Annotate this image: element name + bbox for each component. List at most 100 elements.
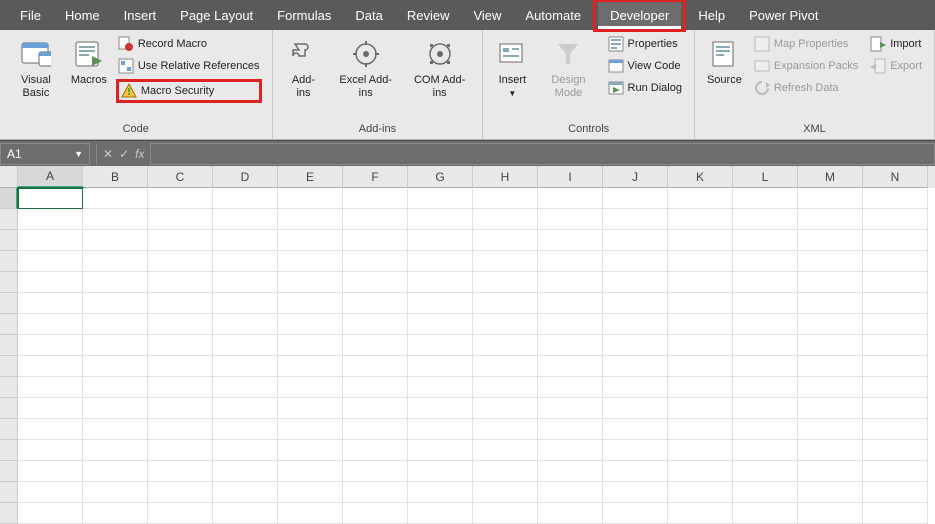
column-header[interactable]: H xyxy=(473,166,538,188)
cell[interactable] xyxy=(733,188,798,209)
cell[interactable] xyxy=(278,356,343,377)
cell[interactable] xyxy=(18,419,83,440)
cell[interactable] xyxy=(213,356,278,377)
cell[interactable] xyxy=(18,482,83,503)
tab-data[interactable]: Data xyxy=(343,2,394,29)
cell[interactable] xyxy=(408,209,473,230)
cell[interactable] xyxy=(343,230,408,251)
cell[interactable] xyxy=(278,335,343,356)
cell[interactable] xyxy=(213,188,278,209)
insert-button[interactable]: Insert ▼ xyxy=(489,32,535,104)
cell[interactable] xyxy=(798,461,863,482)
cell[interactable] xyxy=(473,503,538,524)
row-header[interactable] xyxy=(0,440,18,461)
column-header[interactable]: E xyxy=(278,166,343,188)
tab-page-layout[interactable]: Page Layout xyxy=(168,2,265,29)
cell[interactable] xyxy=(863,293,928,314)
expansion-packs-button[interactable]: Expansion Packs xyxy=(752,56,860,76)
cell[interactable] xyxy=(213,272,278,293)
cell[interactable] xyxy=(83,230,148,251)
cell[interactable] xyxy=(733,377,798,398)
cell[interactable] xyxy=(603,188,668,209)
cell[interactable] xyxy=(83,419,148,440)
cell[interactable] xyxy=(473,293,538,314)
cell[interactable] xyxy=(733,209,798,230)
cell[interactable] xyxy=(18,440,83,461)
cell[interactable] xyxy=(473,230,538,251)
column-header[interactable]: L xyxy=(733,166,798,188)
cell[interactable] xyxy=(213,251,278,272)
cell[interactable] xyxy=(538,188,603,209)
cell[interactable] xyxy=(863,419,928,440)
cell[interactable] xyxy=(733,293,798,314)
cell[interactable] xyxy=(473,377,538,398)
cell[interactable] xyxy=(798,272,863,293)
cell[interactable] xyxy=(343,272,408,293)
column-header[interactable]: M xyxy=(798,166,863,188)
cell[interactable] xyxy=(148,209,213,230)
name-box[interactable]: A1 ▼ xyxy=(0,143,90,165)
cell[interactable] xyxy=(798,314,863,335)
cell[interactable] xyxy=(798,482,863,503)
cell[interactable] xyxy=(408,482,473,503)
cell[interactable] xyxy=(538,482,603,503)
cell[interactable] xyxy=(148,440,213,461)
column-header[interactable]: J xyxy=(603,166,668,188)
cell[interactable] xyxy=(473,335,538,356)
cell[interactable] xyxy=(83,356,148,377)
cell[interactable] xyxy=(538,461,603,482)
cell[interactable] xyxy=(538,335,603,356)
cell[interactable] xyxy=(148,356,213,377)
row-header[interactable] xyxy=(0,335,18,356)
cell[interactable] xyxy=(278,314,343,335)
cell[interactable] xyxy=(148,293,213,314)
cell[interactable] xyxy=(408,314,473,335)
cell[interactable] xyxy=(863,398,928,419)
tab-file[interactable]: File xyxy=(8,2,53,29)
cell[interactable] xyxy=(213,440,278,461)
cell[interactable] xyxy=(668,251,733,272)
cell[interactable] xyxy=(538,503,603,524)
cell[interactable] xyxy=(538,419,603,440)
cell[interactable] xyxy=(83,482,148,503)
cell[interactable] xyxy=(538,209,603,230)
cell[interactable] xyxy=(278,482,343,503)
cell[interactable] xyxy=(603,272,668,293)
cell[interactable] xyxy=(798,503,863,524)
cell[interactable] xyxy=(18,230,83,251)
cell[interactable] xyxy=(83,188,148,209)
cell[interactable] xyxy=(343,398,408,419)
cell[interactable] xyxy=(668,209,733,230)
cell[interactable] xyxy=(278,251,343,272)
properties-button[interactable]: Properties xyxy=(606,34,684,54)
excel-addins-button[interactable]: Excel Add-ins xyxy=(328,32,403,104)
cell[interactable] xyxy=(408,377,473,398)
cell[interactable] xyxy=(343,251,408,272)
cell[interactable] xyxy=(278,230,343,251)
cell[interactable] xyxy=(863,335,928,356)
run-dialog-button[interactable]: Run Dialog xyxy=(606,78,684,98)
row-header[interactable] xyxy=(0,377,18,398)
cell[interactable] xyxy=(798,335,863,356)
cell[interactable] xyxy=(83,209,148,230)
record-macro-button[interactable]: Record Macro xyxy=(116,34,262,54)
select-all-corner[interactable] xyxy=(0,166,18,188)
cell[interactable] xyxy=(18,461,83,482)
cell[interactable] xyxy=(148,272,213,293)
cell[interactable] xyxy=(863,377,928,398)
cell[interactable] xyxy=(408,356,473,377)
row-header[interactable] xyxy=(0,251,18,272)
cell[interactable] xyxy=(733,398,798,419)
cell[interactable] xyxy=(798,419,863,440)
cell[interactable] xyxy=(733,272,798,293)
cell[interactable] xyxy=(83,272,148,293)
cell[interactable] xyxy=(473,440,538,461)
cell[interactable] xyxy=(473,209,538,230)
cell[interactable] xyxy=(18,251,83,272)
row-header[interactable] xyxy=(0,398,18,419)
cell[interactable] xyxy=(733,482,798,503)
cell[interactable] xyxy=(343,209,408,230)
visual-basic-button[interactable]: Visual Basic xyxy=(6,32,66,104)
cell[interactable] xyxy=(83,251,148,272)
cell[interactable] xyxy=(213,209,278,230)
